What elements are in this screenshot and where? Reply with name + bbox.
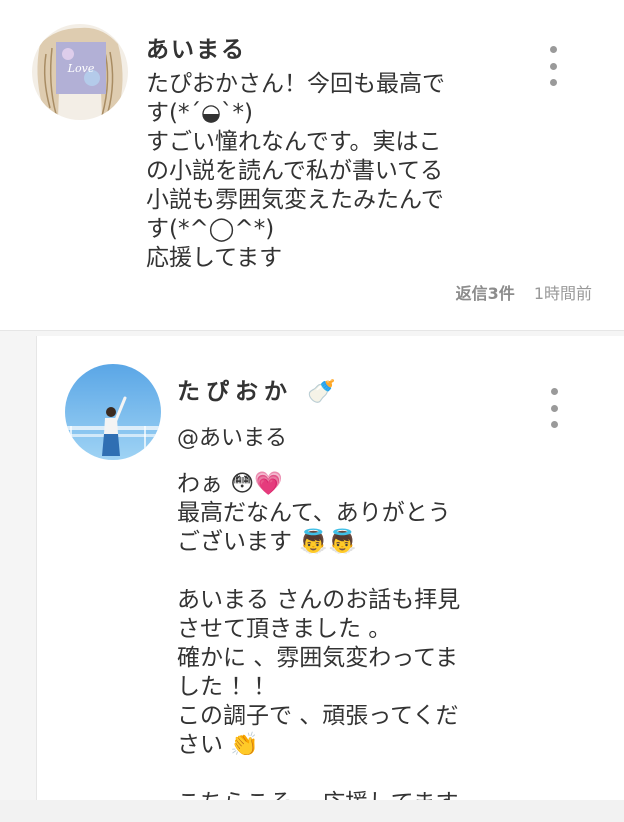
reply-body: わぁ 😳💗 最高だなんて、ありがとう ございます 👼👼 あいまる さんのお話も拝… [177, 471, 461, 816]
reply-kebab-menu-icon[interactable] [544, 388, 564, 428]
kebab-menu-icon[interactable] [543, 46, 563, 86]
bottom-divider [0, 800, 624, 822]
comment-author-name[interactable]: あいまる [146, 30, 246, 64]
reply-mention[interactable]: @あいまる [177, 420, 287, 452]
replies-count-link[interactable]: 返信3件 [456, 284, 515, 303]
comment-card: Love あいまる たぴおかさん！今回も最高で す(*´◒`*) すごい憧れなん… [0, 0, 624, 331]
svg-text:Love: Love [67, 62, 95, 75]
comment-meta: 返信3件 1時間前 [456, 280, 592, 304]
reply-author-name[interactable]: たぴおか 🍼 [177, 372, 342, 406]
reply-card: たぴおか 🍼 @あいまる わぁ 😳💗 最高だなんて、ありがとう ございます 👼👼… [36, 336, 624, 822]
reply-user-avatar[interactable] [65, 364, 161, 460]
comment-thread: Love あいまる たぴおかさん！今回も最高で す(*´◒`*) すごい憧れなん… [0, 0, 624, 822]
comment-timestamp: 1時間前 [533, 284, 592, 303]
user-avatar[interactable]: Love [32, 24, 128, 120]
comment-body: たぴおかさん！今回も最高で す(*´◒`*) すごい憧れなんです。実はこ の小説… [146, 71, 445, 271]
